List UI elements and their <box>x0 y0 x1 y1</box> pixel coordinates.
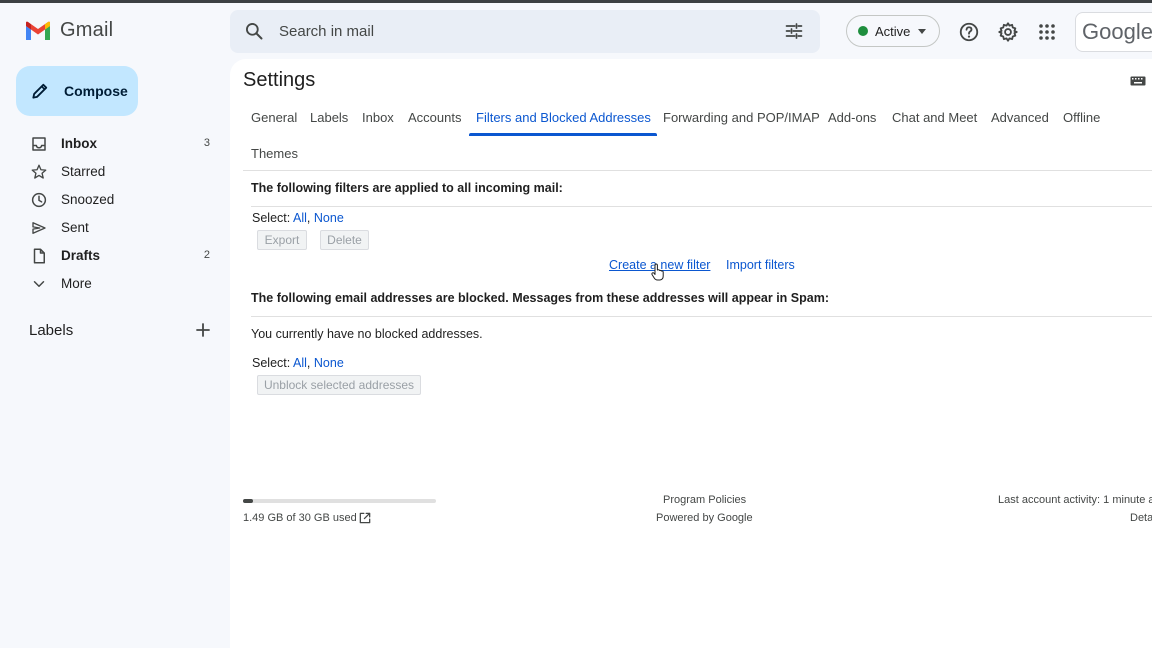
comma-separator: , <box>306 356 311 370</box>
search-options-icon[interactable] <box>784 21 804 41</box>
sidebar-item-label: Sent <box>61 220 89 235</box>
pencil-icon <box>32 83 48 99</box>
tab-filters-and-blocked[interactable]: Filters and Blocked Addresses <box>476 110 651 125</box>
tab-chat-and-meet[interactable]: Chat and Meet <box>892 110 977 125</box>
import-filters-link[interactable]: Import filters <box>726 258 795 272</box>
sidebar-item-count: 2 <box>203 249 210 261</box>
active-tab-indicator <box>469 133 657 136</box>
add-label-plus-icon[interactable] <box>194 321 212 339</box>
sidebar-item-label: Drafts <box>61 248 101 263</box>
search-bar[interactable]: Search in mail <box>230 10 820 53</box>
google-brand-text: Google <box>1082 19 1152 44</box>
blocked-select-row: Select: All, None <box>252 356 344 370</box>
section-divider <box>251 316 1152 317</box>
sidebar-item-inbox[interactable]: Inbox 3 <box>0 129 220 157</box>
select-label: Select: <box>252 356 291 370</box>
inbox-icon <box>32 137 46 151</box>
compose-button[interactable]: Compose <box>16 66 138 116</box>
select-none-link[interactable]: None <box>314 356 344 370</box>
sidebar-item-label: More <box>61 276 92 291</box>
settings-panel: Settings General Labels Inbox Accounts F… <box>230 59 1152 648</box>
select-none-link[interactable]: None <box>314 211 344 225</box>
storage-usage-text: 1.49 GB of 30 GB used <box>243 512 357 524</box>
app-name: Gmail <box>60 19 114 41</box>
external-link-icon[interactable] <box>358 511 372 525</box>
google-account-button[interactable]: Google <box>1075 12 1152 52</box>
hand-cursor-icon <box>651 263 664 281</box>
storage-usage-fill <box>243 499 253 503</box>
sidebar-item-sent[interactable]: Sent <box>0 213 220 241</box>
sidebar-item-count: 3 <box>203 137 210 149</box>
star-icon <box>31 164 47 179</box>
tab-advanced[interactable]: Advanced <box>991 110 1049 125</box>
compose-label: Compose <box>64 83 128 99</box>
page-title: Settings <box>243 69 316 91</box>
powered-by-text: Powered by Google <box>656 512 753 524</box>
sidebar-item-label: Snoozed <box>61 192 115 207</box>
unblock-selected-button[interactable]: Unblock selected addresses <box>257 375 421 395</box>
sidebar-item-starred[interactable]: Starred <box>0 157 220 185</box>
details-link[interactable]: Deta <box>1130 512 1152 524</box>
filters-heading: The following filters are applied to all… <box>251 181 563 195</box>
sidebar-item-snoozed[interactable]: Snoozed <box>0 185 220 213</box>
tab-general[interactable]: General <box>251 110 297 125</box>
select-label: Select: <box>252 211 291 225</box>
tab-forwarding-pop-imap[interactable]: Forwarding and POP/IMAP <box>663 110 820 125</box>
tab-add-ons[interactable]: Add-ons <box>828 110 876 125</box>
tab-accounts[interactable]: Accounts <box>408 110 461 125</box>
sidebar-item-label: Starred <box>61 164 106 179</box>
delete-button[interactable]: Delete <box>320 230 369 250</box>
search-icon[interactable] <box>244 21 264 41</box>
draft-icon <box>33 248 45 264</box>
search-input[interactable]: Search in mail <box>279 23 374 40</box>
program-policies-link[interactable]: Program Policies <box>663 494 746 506</box>
no-blocked-text: You currently have no blocked addresses. <box>251 327 483 341</box>
section-divider <box>251 206 1152 207</box>
filters-select-row: Select: All, None <box>252 211 344 225</box>
gmail-m-icon <box>26 21 50 40</box>
last-activity-text: Last account activity: 1 minute ag <box>998 494 1152 506</box>
status-dropdown[interactable]: Active <box>846 15 940 47</box>
status-label: Active <box>875 23 911 39</box>
gmail-logo[interactable]: Gmail <box>24 19 113 42</box>
clock-icon <box>31 192 47 208</box>
select-all-link[interactable]: All <box>293 356 307 370</box>
sidebar-item-drafts[interactable]: Drafts 2 <box>0 241 220 269</box>
active-status-icon <box>858 26 868 36</box>
chevron-down-icon <box>33 281 45 287</box>
select-all-link[interactable]: All <box>293 211 307 225</box>
labels-heading: Labels <box>29 322 74 339</box>
export-button[interactable]: Export <box>257 230 307 250</box>
tab-themes[interactable]: Themes <box>251 146 298 161</box>
apps-grid-icon[interactable] <box>1035 20 1059 44</box>
sidebar-item-more[interactable]: More <box>0 269 220 297</box>
sidebar-item-label: Inbox <box>61 136 97 151</box>
tab-inbox[interactable]: Inbox <box>362 110 394 125</box>
help-icon[interactable] <box>957 20 981 44</box>
send-icon <box>32 222 46 234</box>
tabs-divider <box>243 170 1152 171</box>
storage-usage-bar <box>243 499 436 503</box>
keyboard-icon[interactable] <box>1130 76 1146 86</box>
blocked-heading: The following email addresses are blocke… <box>251 291 829 305</box>
tab-offline[interactable]: Offline <box>1063 110 1100 125</box>
caret-down-icon <box>918 28 927 34</box>
window-top-edge <box>0 0 1152 3</box>
comma-separator: , <box>306 211 311 225</box>
tab-labels[interactable]: Labels <box>310 110 348 125</box>
settings-gear-icon[interactable] <box>996 20 1020 44</box>
